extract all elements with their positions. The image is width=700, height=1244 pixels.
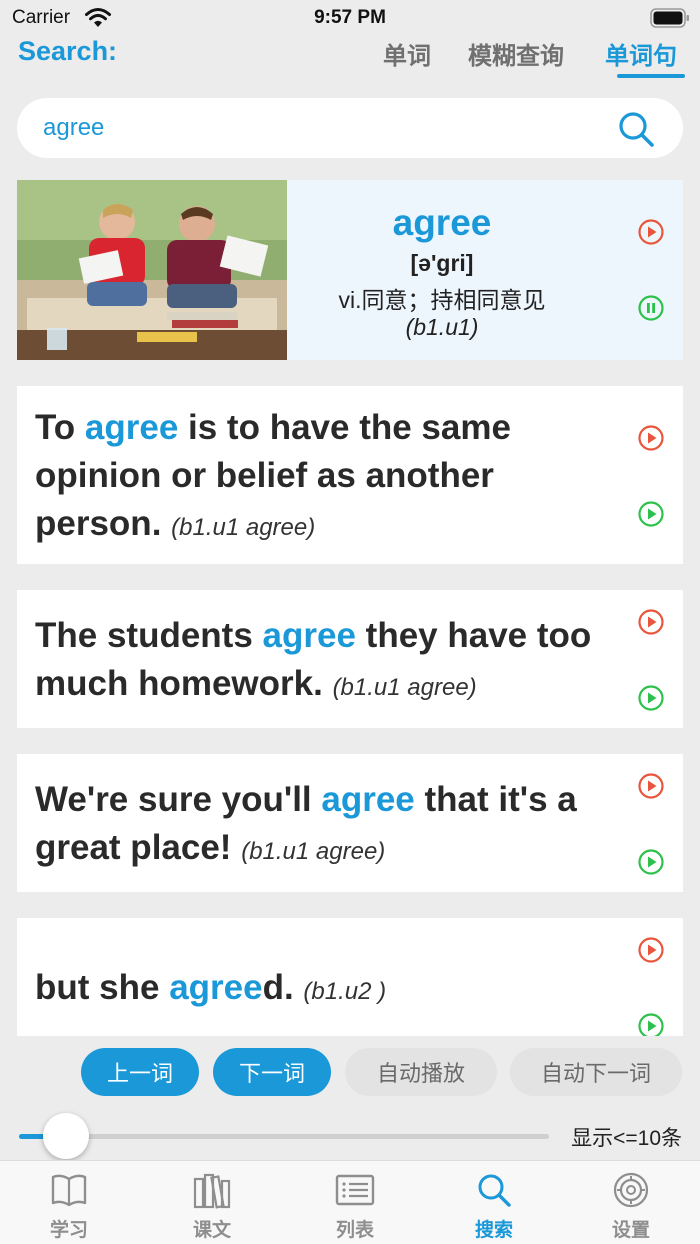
search-header: Search: 单词 模糊查询 单词句: [0, 34, 700, 80]
result-list[interactable]: agree [ə'gri] vi.同意；持相同意见 (b1.u1) To agr…: [0, 180, 700, 1036]
tab-study[interactable]: 学习: [19, 1167, 119, 1241]
sentence-keyword: agree: [262, 616, 356, 655]
play-green-icon[interactable]: [637, 684, 665, 712]
play-red-icon[interactable]: [637, 608, 665, 636]
tab-label: 学习: [49, 1220, 88, 1241]
tab-fuzzy-search[interactable]: 模糊查询: [468, 36, 564, 71]
page-title: Search:: [18, 36, 118, 66]
sentence-text: We're sure you'll agree that it's a grea…: [35, 780, 577, 867]
tab-list[interactable]: 列表: [305, 1167, 405, 1241]
sentence-keyword: agree: [169, 968, 263, 1007]
search-input[interactable]: [43, 112, 603, 144]
battery-icon: [650, 8, 689, 28]
sentence-card[interactable]: but she agreed. (b1.u2 ): [17, 918, 683, 1036]
gear-icon: [613, 1172, 649, 1208]
slider-label: 显示<=10条: [571, 1127, 682, 1150]
word-image: [17, 180, 287, 360]
tab-settings[interactable]: 设置: [581, 1167, 681, 1241]
clock: 9:57 PM: [314, 7, 386, 28]
prev-word-button[interactable]: 上一词: [81, 1048, 199, 1096]
next-word-button[interactable]: 下一词: [213, 1048, 331, 1096]
sentence-text: The students agree they have too much ho…: [35, 616, 592, 703]
play-red-icon[interactable]: [637, 218, 665, 246]
book-icon: [51, 1174, 87, 1207]
word-headword: agree: [392, 202, 492, 243]
sentence-text: but she agreed. (b1.u2 ): [35, 968, 387, 1007]
sentence-source: (b1.u1 agree): [171, 514, 316, 541]
auto-next-button[interactable]: 自动下一词: [510, 1048, 682, 1096]
auto-play-button[interactable]: 自动播放: [345, 1048, 497, 1096]
sentence-source: (b1.u1 agree): [332, 674, 477, 701]
status-bar: Carrier 9:57 PM: [0, 0, 700, 36]
count-slider-row: 显示<=10条: [0, 1110, 700, 1160]
active-tab-indicator: [617, 74, 685, 78]
play-red-icon[interactable]: [637, 772, 665, 800]
tab-search[interactable]: 搜索: [444, 1167, 544, 1241]
word-phonetic: [ə'gri]: [410, 250, 474, 276]
sentence-source: (b1.u2 ): [303, 978, 387, 1005]
sentence-text: To agree is to have the same opinion or …: [35, 408, 511, 543]
search-box: [17, 98, 683, 158]
play-red-icon[interactable]: [637, 936, 665, 964]
tab-word[interactable]: 单词: [383, 36, 431, 71]
sentence-card[interactable]: To agree is to have the same opinion or …: [17, 386, 683, 564]
play-green-icon[interactable]: [637, 500, 665, 528]
sentence-card[interactable]: We're sure you'll agree that it's a grea…: [17, 754, 683, 892]
list-icon: [335, 1174, 375, 1206]
word-source: (b1.u1): [405, 314, 479, 340]
word-card[interactable]: agree [ə'gri] vi.同意；持相同意见 (b1.u1): [17, 180, 683, 360]
search-icon: [478, 1174, 511, 1207]
tab-lessons[interactable]: 课文: [162, 1167, 262, 1241]
sentence-keyword: agree: [84, 408, 179, 447]
search-icon[interactable]: [617, 110, 655, 148]
pause-green-icon[interactable]: [637, 294, 665, 322]
word-meaning: vi.同意；持相同意见: [338, 287, 546, 313]
count-slider[interactable]: [19, 1134, 549, 1139]
books-icon: [193, 1173, 231, 1209]
tab-label: 设置: [611, 1220, 650, 1241]
tab-label: 搜索: [474, 1220, 513, 1241]
sentence-card[interactable]: The students agree they have too much ho…: [17, 590, 683, 728]
tab-label: 课文: [192, 1220, 231, 1241]
tab-bar: 学习 课文 列表 搜索 设置: [0, 1160, 700, 1244]
sentence-keyword: agree: [321, 780, 415, 819]
play-red-icon[interactable]: [637, 424, 665, 452]
playback-controls: 上一词 下一词 自动播放 自动下一词: [0, 1048, 700, 1098]
tab-label: 列表: [335, 1220, 374, 1241]
play-green-icon[interactable]: [637, 1012, 665, 1036]
tab-word-sentence[interactable]: 单词句: [605, 36, 677, 71]
slider-thumb[interactable]: [43, 1113, 90, 1159]
sentence-source: (b1.u1 agree): [241, 838, 386, 865]
play-green-icon[interactable]: [637, 848, 665, 876]
